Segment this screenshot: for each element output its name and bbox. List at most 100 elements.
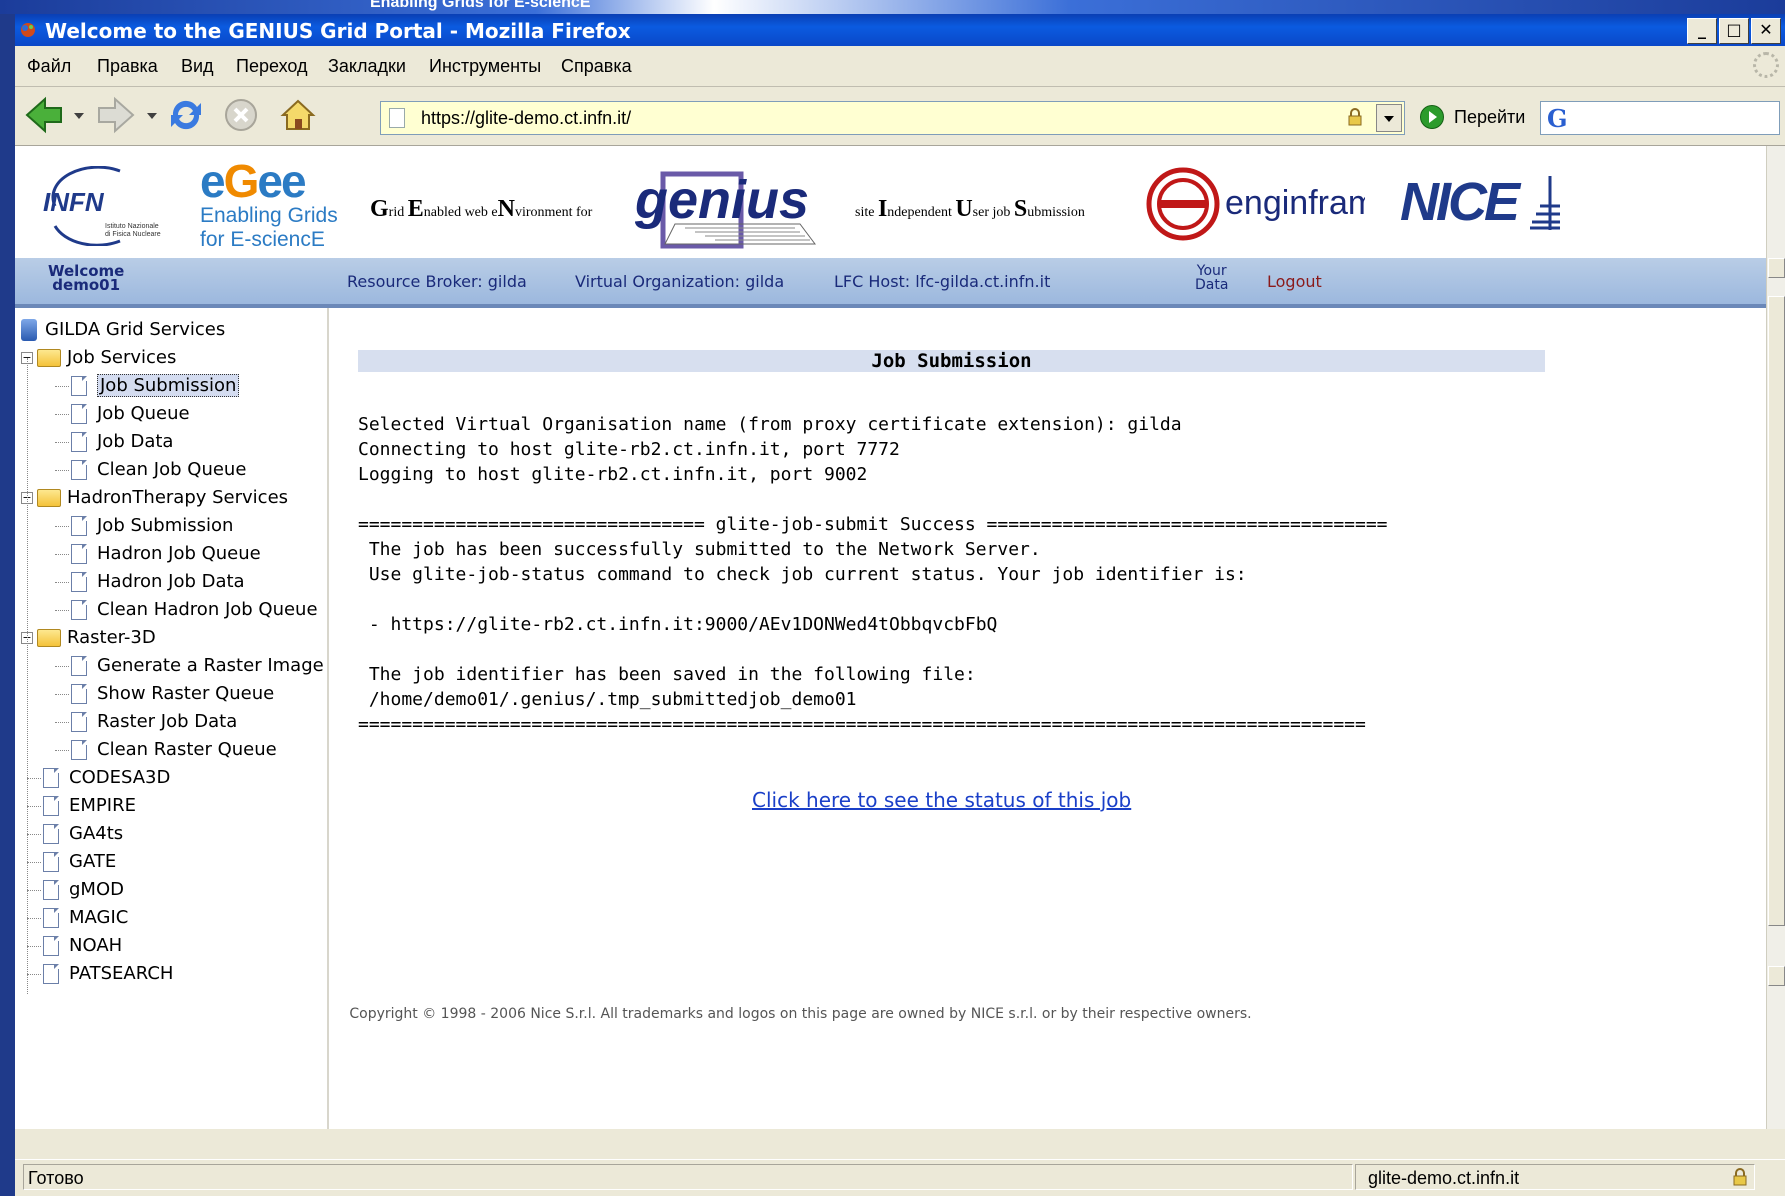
menu-edit[interactable]: Правка <box>97 56 158 77</box>
page-title: Job Submission <box>358 350 1545 372</box>
your-data-link[interactable]: Your Data <box>1195 264 1228 292</box>
folder-icon <box>37 629 61 647</box>
virtual-organization: Virtual Organization: gilda <box>575 272 785 291</box>
reload-icon[interactable] <box>165 95 207 135</box>
output-line-status-hint: Use glite-job-status command to check jo… <box>358 564 1247 585</box>
tree-item-clean-raster-queue[interactable]: Clean Raster Queue <box>71 736 277 764</box>
scroll-up-arrow-icon[interactable] <box>1768 258 1785 278</box>
document-icon <box>43 852 59 872</box>
logout-link[interactable]: Logout <box>1267 272 1322 291</box>
tree-item-job-queue[interactable]: Job Queue <box>71 400 190 428</box>
document-icon <box>43 964 59 984</box>
back-arrow-icon[interactable] <box>23 95 65 135</box>
tree-folder-job-services[interactable]: − Job Services <box>21 344 176 372</box>
document-icon <box>71 460 87 480</box>
url-bar[interactable]: https://glite-demo.ct.infn.it/ <box>380 101 1405 135</box>
browser-window: Welcome to the GENIUS Grid Portal - Mozi… <box>15 14 1785 1196</box>
tree-item-job-submission[interactable]: Job Submission <box>71 372 240 400</box>
lock-icon[interactable] <box>1346 108 1364 126</box>
lfc-host: LFC Host: lfc-gilda.ct.infn.it <box>834 272 1051 291</box>
secure-lock-icon[interactable] <box>1732 1168 1748 1186</box>
scroll-down-arrow-icon[interactable] <box>1768 966 1785 986</box>
tree-item-gate[interactable]: GATE <box>43 848 116 876</box>
tree-item-label: NOAH <box>69 935 123 956</box>
enginframe-logo-text: enginframe <box>1225 184 1365 222</box>
stop-icon[interactable] <box>220 95 262 135</box>
back-dropdown-icon[interactable] <box>74 113 84 119</box>
menu-file[interactable]: Файл <box>27 56 71 77</box>
tree-connector <box>27 890 41 891</box>
tree-connector <box>55 526 69 527</box>
document-icon <box>43 880 59 900</box>
tree-item-label: Hadron Job Data <box>97 571 245 592</box>
tree-item-hadron-job-data[interactable]: Hadron Job Data <box>71 568 245 596</box>
tree-connector <box>27 918 41 919</box>
tree-connector <box>27 778 41 779</box>
tree-connector <box>55 554 69 555</box>
output-line-3: Logging to host glite-rb2.ct.infn.it, po… <box>358 464 868 485</box>
output-line-saved: The job identifier has been saved in the… <box>358 664 976 685</box>
egee-line2: for E-sciencE <box>200 228 325 251</box>
tree-item-clean-job-queue[interactable]: Clean Job Queue <box>71 456 246 484</box>
infn-logo: INFN Istituto Nazionale di Fisica Nuclea… <box>43 166 161 246</box>
tree-item-label: Clean Hadron Job Queue <box>97 599 318 620</box>
close-button[interactable]: ✕ <box>1751 18 1781 44</box>
tree-connector <box>55 610 69 611</box>
tree-item-generate-a-raster-image[interactable]: Generate a Raster Image <box>71 652 324 680</box>
tree-item-label: Job Data <box>97 431 174 452</box>
forward-arrow-icon[interactable] <box>95 95 137 135</box>
tree-item-noah[interactable]: NOAH <box>43 932 122 960</box>
output-line-file: /home/demo01/.genius/.tmp_submittedjob_d… <box>358 689 857 710</box>
menu-help[interactable]: Справка <box>561 56 632 77</box>
tree-connector <box>55 442 69 443</box>
tree-item-ga4ts[interactable]: GA4ts <box>43 820 123 848</box>
your-data-line1: Your <box>1196 263 1227 279</box>
search-input[interactable]: G <box>1540 101 1780 135</box>
document-icon <box>71 516 87 536</box>
job-status-link[interactable]: Click here to see the status of this job <box>752 788 1131 812</box>
document-icon <box>71 432 87 452</box>
output-separator-bottom: ========================================… <box>358 714 1366 735</box>
menu-view[interactable]: Вид <box>181 56 214 77</box>
tree-item-label: Raster-3D <box>67 627 156 648</box>
site-independent-text: site Independent User job Submission <box>855 196 1085 222</box>
tree-connector <box>55 582 69 583</box>
tree-item-label: Hadron Job Queue <box>97 543 261 564</box>
menu-tools[interactable]: Инструменты <box>429 56 541 77</box>
url-dropdown-button[interactable] <box>1376 104 1402 132</box>
tree-item-patsearch[interactable]: PATSEARCH <box>43 960 173 988</box>
tree-item-raster-job-data[interactable]: Raster Job Data <box>71 708 237 736</box>
tree-item-label: GATE <box>69 851 117 872</box>
tree-item-label: GA4ts <box>69 823 124 844</box>
tree-item-job-data[interactable]: Job Data <box>71 428 173 456</box>
menu-bookmarks[interactable]: Закладки <box>328 56 406 77</box>
document-icon <box>71 684 87 704</box>
tree-item-gmod[interactable]: gMOD <box>43 876 124 904</box>
scroll-thumb[interactable] <box>1768 296 1785 926</box>
tree-folder-raster-3d[interactable]: − Raster-3D <box>21 624 156 652</box>
tree-item-clean-hadron-job-queue[interactable]: Clean Hadron Job Queue <box>71 596 318 624</box>
document-icon <box>71 600 87 620</box>
menu-go[interactable]: Переход <box>236 56 308 77</box>
tree-item-show-raster-queue[interactable]: Show Raster Queue <box>71 680 274 708</box>
maximize-button[interactable]: □ <box>1719 18 1749 44</box>
folder-icon <box>37 349 61 367</box>
tree-folder-hadrontherapy-services[interactable]: − HadronTherapy Services <box>21 484 288 512</box>
document-icon <box>43 936 59 956</box>
document-icon <box>71 376 87 396</box>
forward-dropdown-icon[interactable] <box>147 113 157 119</box>
home-icon[interactable] <box>277 95 319 135</box>
tree-connector <box>55 666 69 667</box>
go-button[interactable]: Перейти <box>1420 105 1525 129</box>
tree-item-job-submission[interactable]: Job Submission <box>71 512 233 540</box>
tree-item-label: PATSEARCH <box>69 963 174 984</box>
tree-item-empire[interactable]: EMPIRE <box>43 792 136 820</box>
document-icon <box>71 712 87 732</box>
tree-item-magic[interactable]: MAGIC <box>43 904 128 932</box>
tree-item-codesa3d[interactable]: CODESA3D <box>43 764 170 792</box>
resource-broker: Resource Broker: gilda <box>347 272 527 291</box>
tree-item-hadron-job-queue[interactable]: Hadron Job Queue <box>71 540 261 568</box>
tree-root[interactable]: GILDA Grid Services <box>21 316 225 344</box>
minimize-button[interactable]: _ <box>1687 18 1717 44</box>
vertical-scrollbar[interactable] <box>1766 146 1785 1129</box>
